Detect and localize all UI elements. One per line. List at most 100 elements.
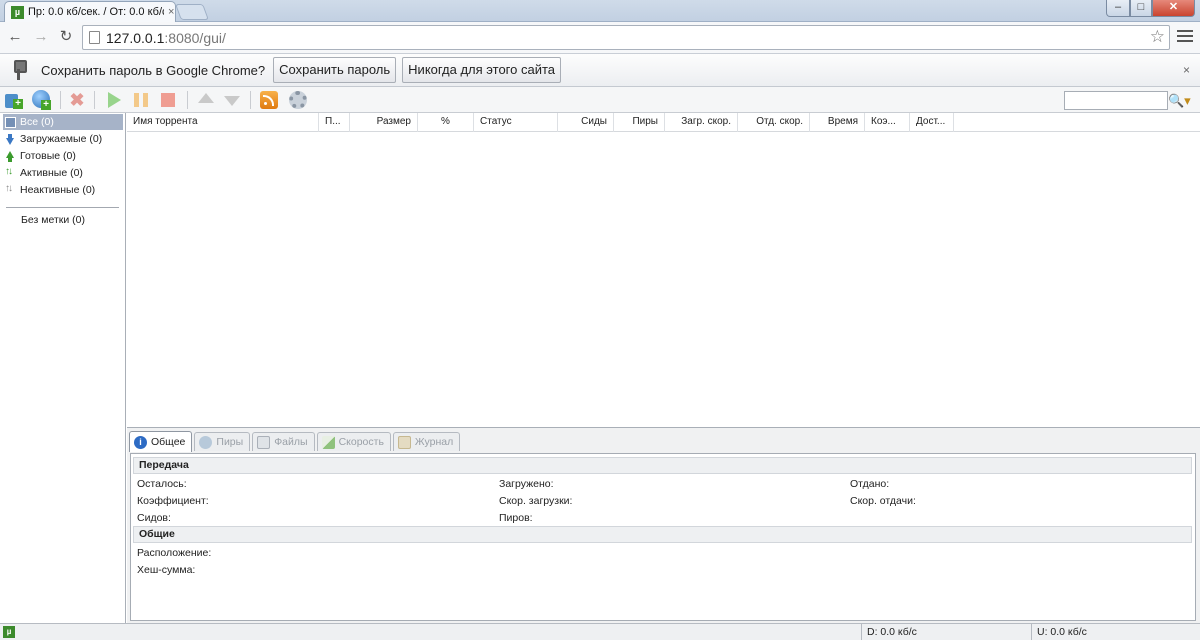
toolbar-separator (187, 91, 188, 109)
upload-speed-label: Скор. отдачи: (850, 495, 916, 507)
category-label: Загружаемые (0) (20, 133, 103, 145)
search-input[interactable] (1064, 91, 1168, 110)
peers-label: Пиров: (499, 512, 533, 524)
all-torrents-icon (5, 116, 16, 128)
details-tabs: i Общее Пиры Файлы Скорость Журнал (127, 431, 461, 452)
sidebar-divider (6, 207, 119, 208)
save-password-infobar: Сохранить пароль в Google Chrome? Сохран… (0, 54, 1200, 87)
menu-icon[interactable] (1177, 30, 1193, 45)
window-minimize-button[interactable]: – (1106, 0, 1130, 17)
column-header-order[interactable]: П... (319, 113, 350, 132)
category-completed[interactable]: Готовые (0) (3, 148, 123, 164)
torrent-list[interactable]: Имя торрента П... Размер % Статус Сиды П… (127, 113, 1200, 428)
tab-log[interactable]: Журнал (392, 432, 461, 451)
move-up-icon[interactable] (196, 90, 216, 110)
remove-icon[interactable]: ✖ (67, 90, 87, 110)
upload-arrow-icon (5, 150, 16, 162)
forward-arrow-icon[interactable]: → (31, 27, 51, 47)
seeds-label: Сидов: (137, 512, 171, 524)
download-speed-label: Скор. загрузки: (499, 495, 573, 507)
torrent-list-header: Имя торрента П... Размер % Статус Сиды П… (127, 113, 1200, 132)
column-header-ratio[interactable]: Коэ... (865, 113, 910, 132)
transfer-section-heading: Передача (133, 457, 1192, 474)
details-panel: i Общее Пиры Файлы Скорость Журнал Переда… (127, 428, 1200, 623)
url-path: :8080/gui/ (164, 29, 226, 46)
url-host: 127.0.0.1 (106, 29, 165, 46)
window-maximize-button[interactable]: □ (1130, 0, 1152, 17)
back-arrow-icon[interactable]: ← (5, 27, 25, 47)
search-icon[interactable]: 🔍▾ (1168, 91, 1196, 110)
category-inactive[interactable]: Неактивные (0) (3, 182, 123, 198)
stop-icon[interactable] (158, 90, 178, 110)
uploaded-label: Отдано: (850, 478, 890, 490)
tab-speed[interactable]: Скорость (316, 432, 391, 451)
column-header-name[interactable]: Имя торрента (127, 113, 319, 132)
column-header-size[interactable]: Размер (350, 113, 418, 132)
new-tab-button[interactable] (175, 4, 209, 20)
category-all[interactable]: Все (0) (3, 114, 123, 130)
star-icon[interactable]: ☆ (1150, 27, 1165, 47)
column-header-percent[interactable]: % (418, 113, 474, 132)
rss-icon[interactable] (259, 90, 279, 110)
pause-icon[interactable] (131, 90, 151, 110)
toolbar-separator (60, 91, 61, 109)
tab-label: Пиры (216, 436, 244, 448)
column-header-seeds[interactable]: Сиды (558, 113, 614, 132)
category-sidebar: Все (0) Загружаемые (0) Готовые (0) Акти… (0, 113, 126, 623)
move-down-icon[interactable] (222, 90, 242, 110)
speed-graph-icon (321, 435, 335, 449)
infobar-message: Сохранить пароль в Google Chrome? (41, 62, 266, 78)
tab-title: Пр: 0.0 кб/сек. / От: 0.0 кб/сек. (28, 6, 164, 18)
utorrent-toolbar: + + ✖ 🔍▾ (0, 87, 1200, 113)
category-label: Готовые (0) (20, 150, 76, 162)
downloaded-label: Загружено: (499, 478, 554, 490)
category-active[interactable]: Активные (0) (3, 165, 123, 181)
download-arrow-icon (5, 133, 16, 145)
tab-general[interactable]: i Общее (129, 431, 193, 452)
active-arrows-icon (5, 166, 16, 179)
window-close-button[interactable]: ✕ (1152, 0, 1195, 17)
infobar-close-icon[interactable]: × (1183, 63, 1190, 77)
general-tab-content: Передача Осталось: Загружено: Отдано: Ко… (130, 453, 1196, 621)
upload-speed-status: U: 0.0 кб/с (1031, 624, 1200, 640)
column-header-peers[interactable]: Пиры (614, 113, 665, 132)
page-icon (89, 31, 100, 44)
never-save-button[interactable]: Никогда для этого сайта (402, 57, 562, 83)
address-bar[interactable]: 127.0.0.1:8080/gui/ ☆ (82, 25, 1170, 50)
utorrent-status-icon: µ (3, 626, 15, 638)
column-header-availability[interactable]: Дост... (910, 113, 954, 132)
peers-icon (199, 435, 213, 449)
general-section-heading: Общие (133, 526, 1192, 543)
toolbar-separator (94, 91, 95, 109)
browser-tab[interactable]: µ Пр: 0.0 кб/сек. / От: 0.0 кб/сек. × (4, 1, 176, 22)
browser-titlebar: µ Пр: 0.0 кб/сек. / От: 0.0 кб/сек. × – … (0, 0, 1200, 22)
start-icon[interactable] (104, 90, 124, 110)
toolbar-separator (250, 91, 251, 109)
reload-icon[interactable]: ↻ (56, 27, 76, 47)
tab-label: Журнал (414, 436, 454, 448)
tab-close-icon[interactable]: × (168, 6, 174, 18)
key-icon (11, 60, 27, 80)
add-torrent-url-icon[interactable]: + (32, 90, 52, 110)
column-header-eta[interactable]: Время (810, 113, 865, 132)
hash-label: Хеш-сумма: (137, 564, 196, 576)
files-icon (257, 435, 271, 449)
category-label: Активные (0) (20, 167, 83, 179)
label-label: Без метки (0) (21, 214, 85, 226)
browser-navbar: ← → ↻ 127.0.0.1:8080/gui/ ☆ (0, 22, 1200, 54)
tab-files[interactable]: Файлы (252, 432, 315, 451)
tab-peers[interactable]: Пиры (194, 432, 251, 451)
utorrent-favicon-icon: µ (11, 5, 24, 19)
remaining-label: Осталось: (137, 478, 187, 490)
column-header-upload-speed[interactable]: Отд. скор. (738, 113, 810, 132)
column-header-status[interactable]: Статус (474, 113, 558, 132)
save-password-button[interactable]: Сохранить пароль (273, 57, 397, 83)
log-icon (397, 435, 411, 449)
settings-gear-icon[interactable] (288, 90, 308, 110)
category-downloading[interactable]: Загружаемые (0) (3, 131, 123, 147)
add-torrent-file-icon[interactable]: + (5, 90, 25, 110)
label-no-label[interactable]: Без метки (0) (3, 212, 123, 228)
column-header-download-speed[interactable]: Загр. скор. (665, 113, 738, 132)
status-bar: µ D: 0.0 кб/с U: 0.0 кб/с (0, 623, 1200, 640)
inactive-arrows-icon (5, 183, 16, 196)
